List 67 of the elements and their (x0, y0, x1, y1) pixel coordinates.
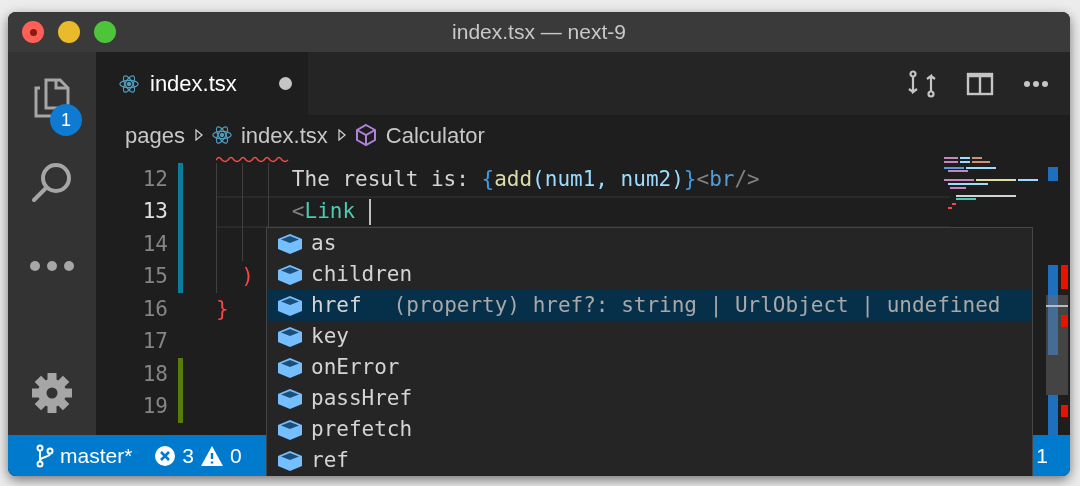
zoom-button[interactable] (94, 21, 116, 43)
notification-badge: 1 (50, 104, 82, 136)
line-number: 18 (141, 360, 168, 388)
line-number: 12 (141, 165, 168, 193)
property-icon (277, 231, 303, 256)
chevron-icon (337, 129, 346, 141)
class-icon (353, 123, 378, 147)
status-item[interactable]: 1 (1036, 439, 1070, 472)
editor-tab[interactable]: index.tsx (96, 52, 308, 115)
suggestion-item[interactable]: key (267, 321, 1032, 352)
breadcrumb-item[interactable]: index.tsx (240, 118, 328, 152)
search-icon (30, 160, 74, 204)
property-icon (277, 417, 303, 442)
code-line: } (216, 295, 229, 323)
suggestion-detail: (property) href?: string | UrlObject | undefined (393, 291, 1001, 320)
split-editor-icon[interactable] (966, 71, 994, 96)
explorer-button[interactable]: 1 (8, 56, 96, 140)
suggestion-label: onError (311, 353, 400, 381)
breadcrumb-item[interactable]: Calculator (385, 118, 485, 152)
suggestion-label: passHref (311, 384, 413, 412)
suggestion-item[interactable]: passHref (267, 383, 1032, 414)
property-icon (277, 324, 303, 349)
more-icon (30, 261, 74, 271)
suggestion-label: href (311, 291, 362, 319)
suggestion-item[interactable]: ref (267, 445, 1032, 476)
window-title: index.tsx — next-9 (452, 19, 626, 46)
compare-changes-icon[interactable] (908, 69, 936, 98)
suggestion-label: children (311, 260, 413, 288)
tab-label: index.tsx (150, 70, 237, 98)
warning-icon (200, 444, 225, 467)
suggestion-item[interactable]: href (property) href?: string | UrlObject | undefined (267, 290, 1032, 321)
warning-count[interactable]: 0 (230, 439, 242, 472)
property-icon (277, 262, 303, 287)
property-icon (277, 293, 303, 318)
react-icon (210, 124, 233, 146)
suggestion-label: as (311, 229, 337, 257)
suggestion-label: key (311, 322, 349, 350)
code-line: <Link (290, 198, 356, 225)
line-number: 16 (141, 295, 168, 323)
line-number: 13 (141, 198, 168, 225)
line-number: 19 (141, 393, 168, 420)
breadcrumb-item[interactable]: pages (125, 118, 185, 152)
suggestion-item[interactable]: prefetch (267, 414, 1032, 445)
line-number: 15 (141, 263, 168, 290)
react-icon (118, 72, 140, 95)
suggestion-item[interactable]: as (267, 228, 1032, 259)
suggestion-label: prefetch (311, 415, 413, 443)
code-line: The result is: {add(num1, num2)}<br/> (290, 165, 760, 193)
text-cursor (369, 198, 372, 225)
branch-name[interactable]: master* (60, 439, 133, 472)
suggestion-label: ref (311, 446, 349, 474)
minimize-button[interactable] (58, 21, 80, 43)
more-actions-icon[interactable] (1024, 80, 1048, 87)
branch-icon (36, 443, 54, 468)
settings-icon (32, 373, 72, 413)
error-count[interactable]: 3 (182, 439, 195, 472)
close-button[interactable] (22, 21, 44, 43)
property-icon (277, 386, 303, 411)
error-icon (154, 444, 177, 467)
chevron-icon (194, 129, 203, 141)
code-line: ) (240, 263, 254, 290)
suggestion-item[interactable]: onError (267, 352, 1032, 383)
property-icon (277, 355, 303, 380)
property-icon (277, 448, 303, 473)
suggestion-item[interactable]: children (267, 259, 1032, 290)
line-number: 17 (141, 328, 168, 355)
line-number: 14 (141, 230, 168, 258)
